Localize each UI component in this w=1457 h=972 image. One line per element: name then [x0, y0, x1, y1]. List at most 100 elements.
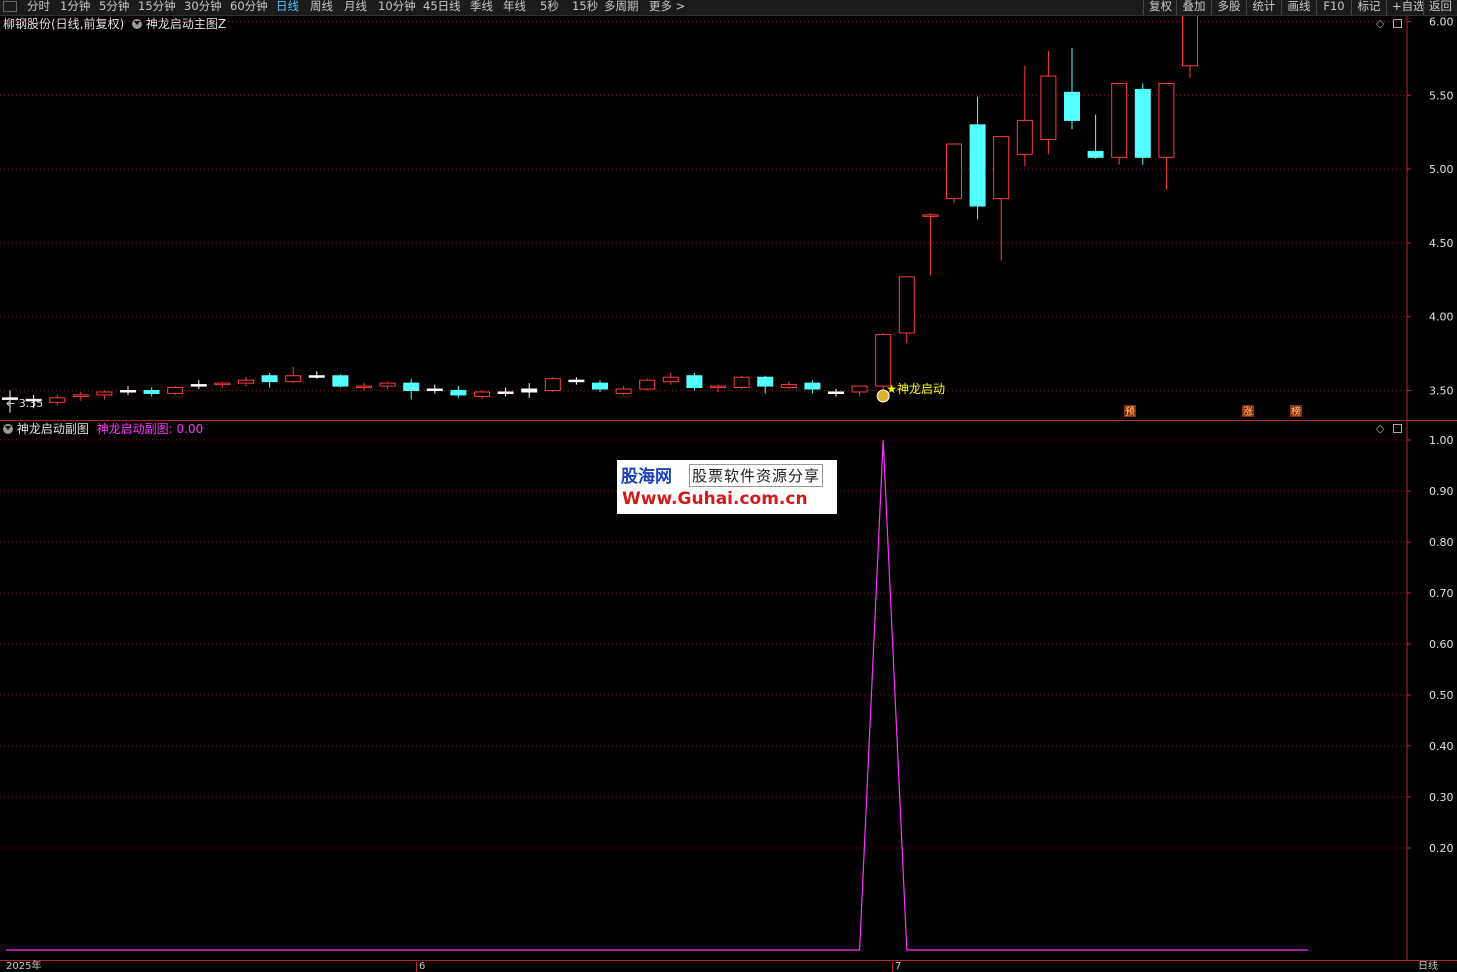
- toolbar-button[interactable]: 叠加: [1176, 0, 1211, 15]
- period-tab[interactable]: 45日线: [423, 0, 461, 15]
- date-axis: [0, 961, 1457, 971]
- y-tick-label: 0.50: [1429, 689, 1454, 702]
- candle-body: [875, 333, 892, 387]
- period-tab[interactable]: 多周期: [604, 0, 639, 15]
- badge-label: 涨: [1243, 406, 1253, 418]
- candle-body: [143, 390, 160, 394]
- candle: [1064, 48, 1080, 130]
- toolbar-button[interactable]: 复权: [1143, 0, 1176, 15]
- toolbar-button[interactable]: 统计: [1246, 0, 1281, 15]
- candle-body: [450, 390, 467, 396]
- y-tick-label: 4.50: [1429, 237, 1454, 250]
- candle-body: [49, 397, 66, 403]
- candle: [72, 391, 89, 401]
- candle-body: [922, 214, 939, 217]
- y-tick-label: 4.00: [1429, 311, 1454, 324]
- toolbar-button[interactable]: F10: [1316, 0, 1351, 15]
- candle: [993, 136, 1010, 261]
- y-tick-label: 3.50: [1429, 385, 1454, 398]
- candle: [356, 383, 372, 391]
- candle: [403, 378, 420, 400]
- candle: [1040, 51, 1057, 155]
- period-tab[interactable]: 年线: [503, 0, 526, 15]
- candle-body: [474, 391, 490, 397]
- toolbar-button[interactable]: +自选: [1386, 0, 1425, 15]
- candle: [662, 372, 679, 385]
- candle: [780, 381, 797, 390]
- candle-body: [898, 276, 915, 334]
- y-tick-label: 0.20: [1429, 842, 1454, 855]
- period-tab[interactable]: 分时: [27, 0, 50, 15]
- period-tab[interactable]: 15分钟: [138, 0, 176, 15]
- period-tab[interactable]: 30分钟: [184, 0, 222, 15]
- candle: [851, 385, 868, 397]
- y-tick-label: 0.90: [1429, 485, 1454, 498]
- period-tab[interactable]: 15秒: [572, 0, 598, 15]
- candle: [379, 381, 396, 390]
- layout-toggle-icon[interactable]: [3, 1, 17, 12]
- candle: [1134, 83, 1151, 165]
- candle-body: [662, 376, 679, 383]
- period-tab[interactable]: 5秒: [540, 0, 559, 15]
- candle: [190, 380, 207, 390]
- candle-body: [544, 378, 561, 391]
- candle-body: [356, 385, 372, 389]
- main-chart[interactable]: 8.007.507.006.506.005.505.004.504.003.50…: [0, 16, 1457, 421]
- candle-body: [969, 124, 986, 207]
- candle-body: [167, 387, 184, 394]
- candle: [1087, 114, 1104, 159]
- candle: [497, 387, 514, 397]
- period-tab[interactable]: 季线: [470, 0, 493, 15]
- period-tab[interactable]: 周线: [310, 0, 333, 15]
- period-tab[interactable]: 60分钟: [230, 0, 268, 15]
- period-tab[interactable]: 更多 >: [649, 0, 685, 15]
- candle-body: [733, 376, 750, 389]
- candle: [143, 387, 160, 397]
- candle-body: [639, 379, 656, 390]
- candle: [521, 383, 538, 398]
- candle: [261, 372, 278, 388]
- y-tick-label: 0.60: [1429, 638, 1454, 651]
- candle: [922, 213, 939, 276]
- candle: [733, 375, 750, 390]
- low-price-label: ← 3.35: [6, 397, 43, 410]
- toolbar-button[interactable]: 多股: [1211, 0, 1246, 15]
- y-tick-label: 5.50: [1429, 89, 1454, 102]
- toolbar-button[interactable]: 返回: [1423, 0, 1457, 15]
- candle-body: [1111, 82, 1128, 158]
- period-tab[interactable]: 10分钟: [378, 0, 416, 15]
- watermark-slogan: 股票软件资源分享: [689, 464, 824, 487]
- watermark-url: Www.Guhai.com.cn: [622, 489, 808, 509]
- candle-body: [780, 384, 797, 389]
- period-tab[interactable]: 月线: [344, 0, 367, 15]
- candle: [285, 366, 302, 384]
- candle-body: [261, 375, 278, 383]
- candle-body: [190, 384, 207, 387]
- candle: [474, 390, 490, 400]
- y-tick-label: 6.00: [1429, 16, 1454, 29]
- candle: [804, 380, 821, 394]
- toolbar-button[interactable]: 画线: [1281, 0, 1316, 15]
- candle: [96, 390, 113, 400]
- y-tick-label: 0.40: [1429, 740, 1454, 753]
- candle-body: [1040, 75, 1057, 141]
- badge-label: 预: [1125, 406, 1135, 418]
- toolbar-button[interactable]: 标记: [1351, 0, 1386, 15]
- candle: [592, 380, 608, 392]
- candle-body: [521, 388, 538, 393]
- candle-body: [851, 385, 868, 393]
- candle: [828, 389, 844, 397]
- period-tab[interactable]: 1分钟: [60, 0, 90, 15]
- candle: [757, 375, 774, 394]
- period-tab[interactable]: 日线: [276, 0, 299, 15]
- candle-body: [993, 136, 1010, 200]
- period-tab[interactable]: 5分钟: [99, 0, 129, 15]
- candle: [946, 143, 962, 204]
- candle-body: [1158, 82, 1175, 158]
- candle-body: [379, 382, 396, 387]
- candle-body: [426, 388, 443, 392]
- badge-label: 榜: [1291, 405, 1301, 418]
- candle-body: [214, 382, 231, 386]
- badge: 预: [1124, 405, 1136, 418]
- candle-body: [568, 379, 585, 383]
